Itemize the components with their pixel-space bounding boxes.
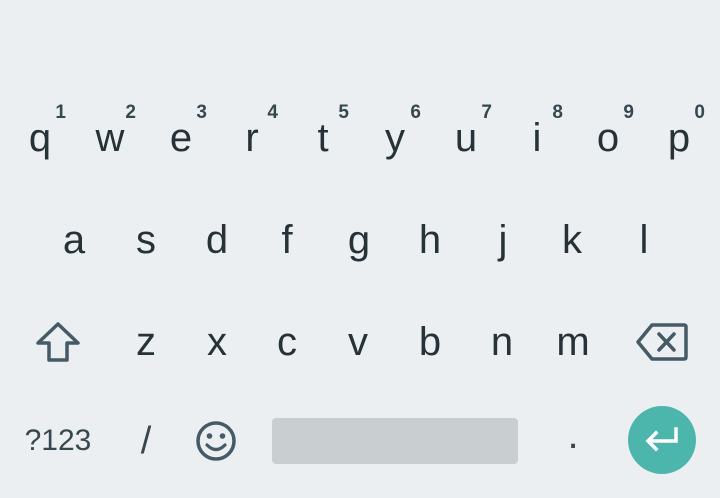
key-letter: a [62, 218, 86, 262]
key-hint: 1 [55, 102, 66, 123]
key-hint: 3 [196, 102, 207, 123]
key-f[interactable]: f [251, 190, 323, 290]
slash-key-label: / [140, 419, 152, 462]
key-letter: d [205, 218, 229, 262]
key-letter: z [136, 320, 156, 364]
key-letter: s [136, 218, 156, 262]
key-s[interactable]: s [110, 190, 182, 290]
period-key[interactable]: . [537, 392, 609, 490]
key-o[interactable]: o 9 [572, 88, 644, 188]
key-hint: 9 [623, 102, 634, 123]
key-letter: n [490, 320, 514, 364]
key-v[interactable]: v [322, 292, 394, 392]
key-hint: 7 [481, 102, 492, 123]
key-letter: q [28, 116, 52, 160]
symbols-key-label: ?123 [24, 424, 92, 457]
key-a[interactable]: a [38, 190, 110, 290]
key-q[interactable]: q 1 [4, 88, 76, 188]
key-letter: r [245, 116, 259, 160]
period-key-label: . [567, 412, 579, 457]
key-t[interactable]: t 5 [287, 88, 359, 188]
key-n[interactable]: n [466, 292, 538, 392]
key-hint: 8 [552, 102, 563, 123]
key-letter: y [385, 116, 405, 160]
key-g[interactable]: g [323, 190, 395, 290]
key-letter: u [454, 116, 478, 160]
key-u[interactable]: u 7 [430, 88, 502, 188]
key-hint: 5 [338, 102, 349, 123]
key-r[interactable]: r 4 [216, 88, 288, 188]
symbols-key[interactable]: ?123 [20, 392, 96, 490]
key-letter: e [169, 116, 193, 160]
key-letter: l [639, 218, 649, 262]
key-letter: x [207, 320, 227, 364]
key-c[interactable]: c [251, 292, 323, 392]
enter-icon [642, 426, 682, 454]
key-hint: 2 [125, 102, 136, 123]
key-i[interactable]: i 8 [501, 88, 573, 188]
key-letter: w [95, 116, 125, 160]
key-l[interactable]: l [608, 190, 680, 290]
key-letter: o [596, 116, 620, 160]
key-letter: m [556, 320, 590, 364]
key-letter: k [562, 218, 582, 262]
backspace-key[interactable] [626, 292, 698, 392]
enter-key[interactable] [628, 406, 696, 474]
emoji-key[interactable] [180, 392, 252, 490]
key-hint: 6 [410, 102, 421, 123]
key-z[interactable]: z [110, 292, 182, 392]
soft-keyboard: q 1 w 2 e 3 r 4 t 5 y 6 u 7 i 8 o 9 p 0 … [0, 0, 720, 498]
key-j[interactable]: j [467, 190, 539, 290]
shift-key[interactable] [22, 292, 94, 392]
key-p[interactable]: p 0 [643, 88, 715, 188]
key-letter: t [317, 116, 329, 160]
key-k[interactable]: k [536, 190, 608, 290]
key-letter: h [418, 218, 442, 262]
space-bar[interactable] [272, 418, 518, 464]
key-e[interactable]: e 3 [145, 88, 217, 188]
key-letter: g [347, 218, 371, 262]
key-hint: 0 [694, 102, 705, 123]
key-letter: f [281, 218, 293, 262]
key-b[interactable]: b [394, 292, 466, 392]
key-letter: c [277, 320, 297, 364]
key-letter: v [348, 320, 368, 364]
key-h[interactable]: h [394, 190, 466, 290]
backspace-icon [636, 322, 688, 362]
key-w[interactable]: w 2 [74, 88, 146, 188]
key-hint: 4 [267, 102, 278, 123]
emoji-icon [195, 420, 237, 462]
key-letter: b [418, 320, 442, 364]
key-m[interactable]: m [537, 292, 609, 392]
key-d[interactable]: d [181, 190, 253, 290]
key-letter: p [667, 116, 691, 160]
key-x[interactable]: x [181, 292, 253, 392]
key-y[interactable]: y 6 [359, 88, 431, 188]
shift-icon [35, 321, 81, 363]
slash-key[interactable]: / [110, 392, 182, 490]
key-letter: j [498, 218, 508, 262]
key-letter: i [532, 116, 542, 160]
